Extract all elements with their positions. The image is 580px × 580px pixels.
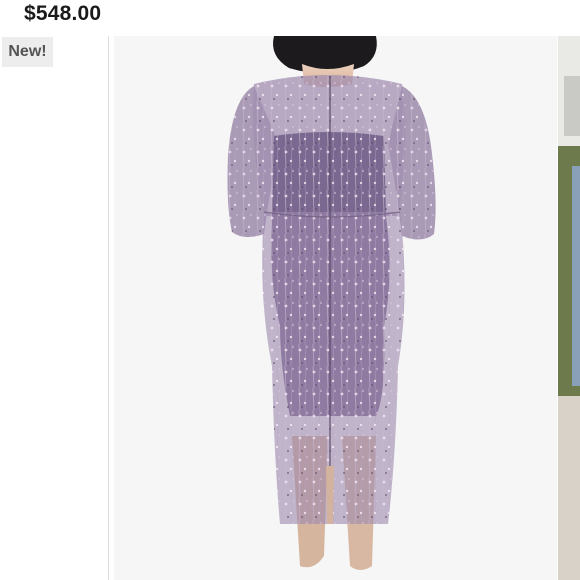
product-image[interactable] <box>114 36 557 580</box>
hair-shape <box>273 36 377 74</box>
previous-image-panel[interactable] <box>0 36 109 580</box>
new-badge: New! <box>2 37 53 67</box>
listing-page: $548.00 New! <box>0 0 580 580</box>
back-slit <box>326 466 334 524</box>
next-image-panel[interactable] <box>558 36 580 580</box>
listing-price: $548.00 <box>24 2 102 25</box>
